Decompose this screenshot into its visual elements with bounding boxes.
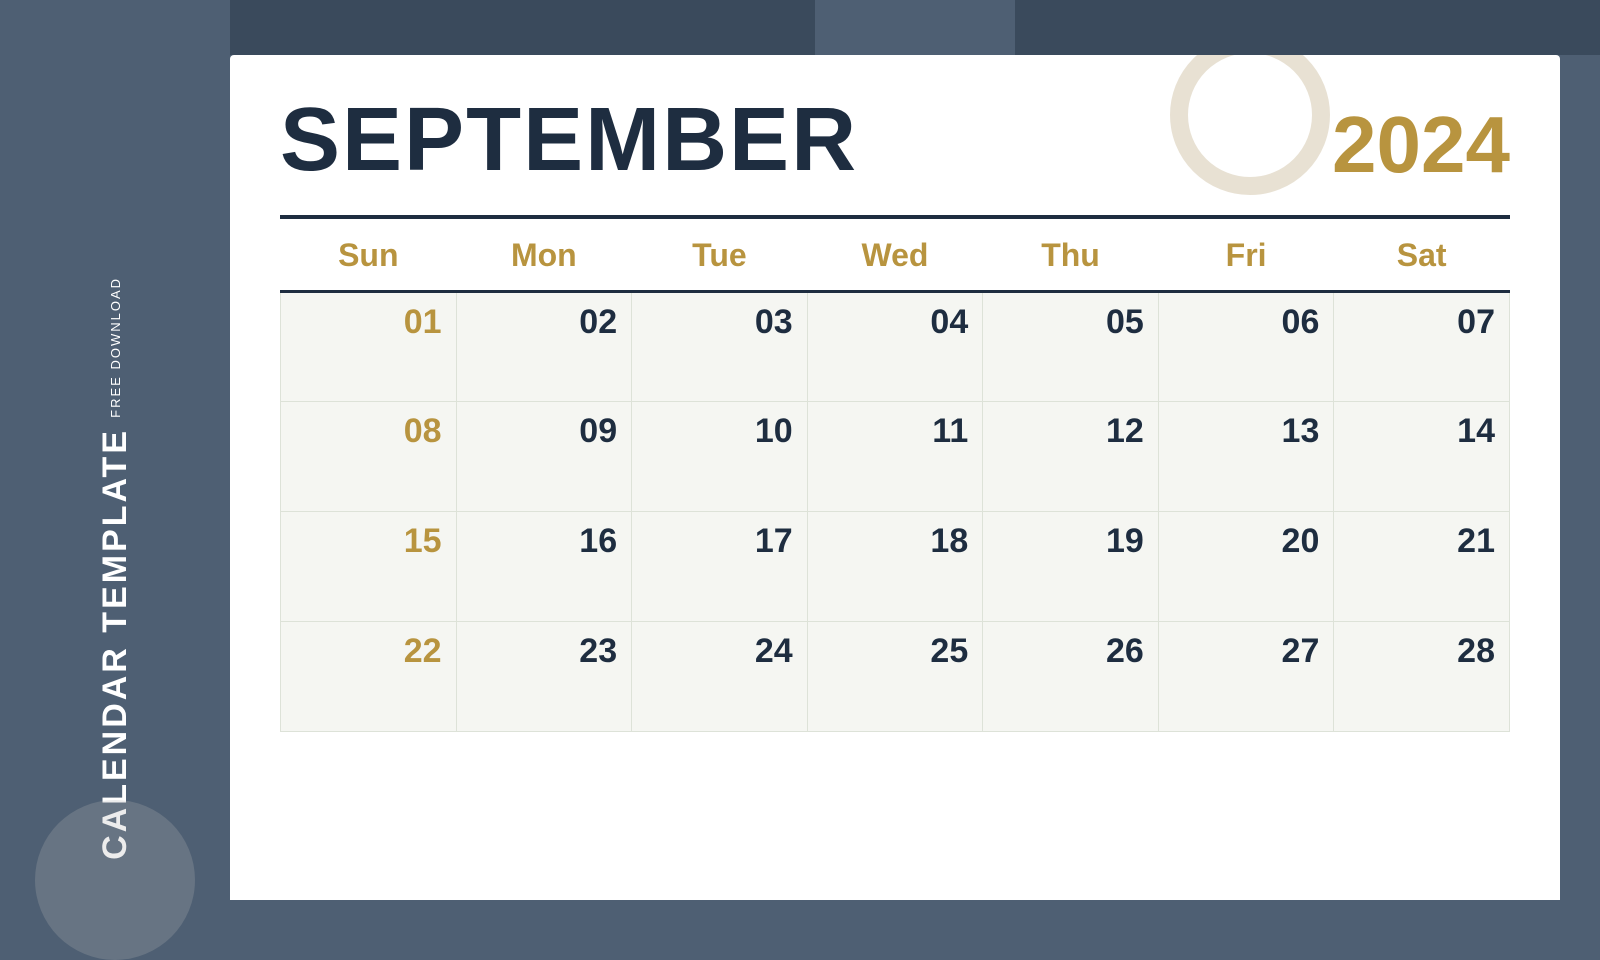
calendar-day-cell[interactable]: 12 bbox=[983, 402, 1159, 512]
calendar-day-cell[interactable]: 16 bbox=[456, 512, 632, 622]
calendar-week-row: 22232425262728 bbox=[281, 622, 1510, 732]
calendar-panel: SEPTEMBER 2024 Sun Mon Tue Wed Thu Fri S… bbox=[230, 55, 1560, 900]
sidebar-text-wrapper: FREE DOWNLOAD CALENDAR TEMPLATE bbox=[98, 277, 132, 860]
calendar-day-cell[interactable]: 13 bbox=[1158, 402, 1334, 512]
calendar-day-cell[interactable]: 01 bbox=[281, 292, 457, 402]
calendar-day-cell[interactable]: 07 bbox=[1334, 292, 1510, 402]
day-header-sun: Sun bbox=[281, 219, 457, 292]
calendar-day-cell[interactable]: 02 bbox=[456, 292, 632, 402]
calendar-week-row: 15161718192021 bbox=[281, 512, 1510, 622]
calendar-day-cell[interactable]: 20 bbox=[1158, 512, 1334, 622]
calendar-week-row: 08091011121314 bbox=[281, 402, 1510, 512]
calendar-year: 2024 bbox=[1332, 95, 1510, 185]
day-header-sat: Sat bbox=[1334, 219, 1510, 292]
calendar-day-cell[interactable]: 23 bbox=[456, 622, 632, 732]
calendar-day-cell[interactable]: 06 bbox=[1158, 292, 1334, 402]
calendar-day-cell[interactable]: 19 bbox=[983, 512, 1159, 622]
calendar-day-cell[interactable]: 27 bbox=[1158, 622, 1334, 732]
calendar-day-cell[interactable]: 14 bbox=[1334, 402, 1510, 512]
top-bar-inner bbox=[815, 0, 1015, 55]
calendar-week-row: 01020304050607 bbox=[281, 292, 1510, 402]
day-header-wed: Wed bbox=[807, 219, 983, 292]
sidebar-free-download-label: FREE DOWNLOAD bbox=[108, 277, 123, 418]
sidebar: FREE DOWNLOAD CALENDAR TEMPLATE bbox=[0, 0, 230, 900]
calendar-day-cell[interactable]: 09 bbox=[456, 402, 632, 512]
calendar-day-cell[interactable]: 18 bbox=[807, 512, 983, 622]
calendar-day-cell[interactable]: 28 bbox=[1334, 622, 1510, 732]
calendar-day-cell[interactable]: 11 bbox=[807, 402, 983, 512]
day-header-tue: Tue bbox=[632, 219, 808, 292]
sidebar-calendar-template-label: CALENDAR TEMPLATE bbox=[98, 428, 132, 860]
calendar-day-cell[interactable]: 05 bbox=[983, 292, 1159, 402]
day-header-mon: Mon bbox=[456, 219, 632, 292]
calendar-day-cell[interactable]: 08 bbox=[281, 402, 457, 512]
calendar-day-cell[interactable]: 21 bbox=[1334, 512, 1510, 622]
header-decorative-circle bbox=[1170, 55, 1330, 195]
calendar-day-cell[interactable]: 25 bbox=[807, 622, 983, 732]
calendar-day-cell[interactable]: 04 bbox=[807, 292, 983, 402]
calendar-table: Sun Mon Tue Wed Thu Fri Sat 010203040506… bbox=[280, 219, 1510, 732]
calendar-day-cell[interactable]: 17 bbox=[632, 512, 808, 622]
calendar-header: SEPTEMBER 2024 bbox=[280, 95, 1510, 185]
calendar-day-cell[interactable]: 10 bbox=[632, 402, 808, 512]
sidebar-decorative-circle bbox=[35, 800, 195, 960]
day-header-fri: Fri bbox=[1158, 219, 1334, 292]
calendar-header-row: Sun Mon Tue Wed Thu Fri Sat bbox=[281, 219, 1510, 292]
calendar-day-cell[interactable]: 24 bbox=[632, 622, 808, 732]
day-header-thu: Thu bbox=[983, 219, 1159, 292]
calendar-month: SEPTEMBER bbox=[280, 95, 858, 185]
calendar-day-cell[interactable]: 15 bbox=[281, 512, 457, 622]
top-bar bbox=[230, 0, 1600, 55]
calendar-day-cell[interactable]: 26 bbox=[983, 622, 1159, 732]
calendar-day-cell[interactable]: 22 bbox=[281, 622, 457, 732]
calendar-day-cell[interactable]: 03 bbox=[632, 292, 808, 402]
